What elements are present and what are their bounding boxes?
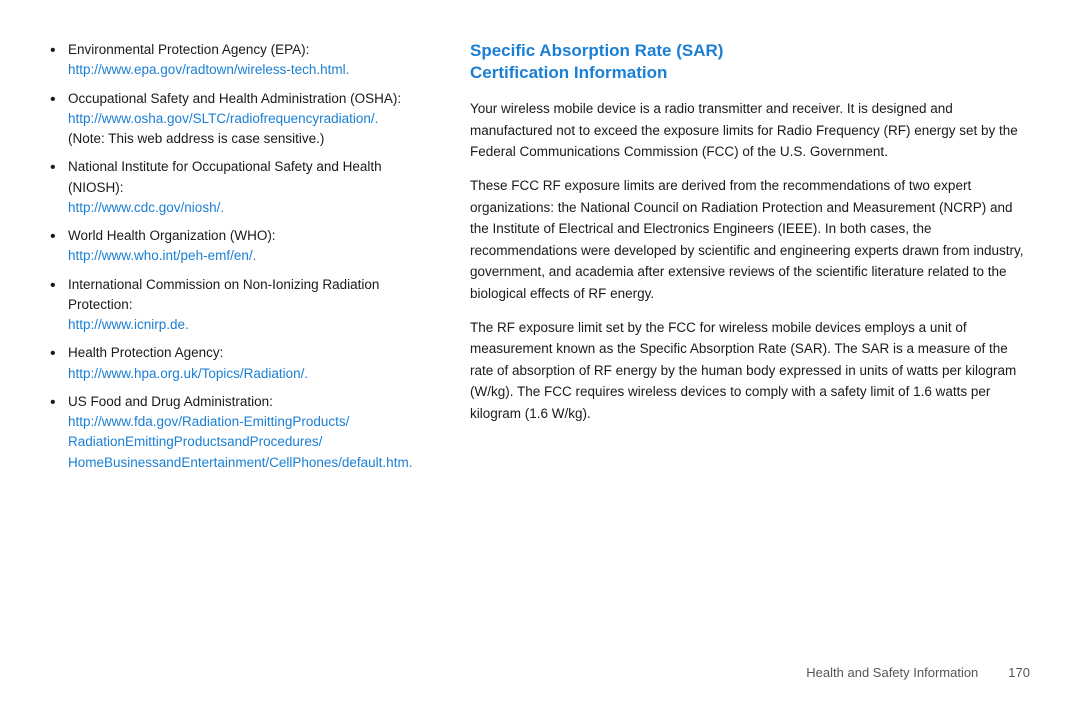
footer-label: Health and Safety Information: [806, 665, 978, 680]
footer-page-number: 170: [1008, 665, 1030, 680]
link-niosh[interactable]: http://www.cdc.gov/niosh/.: [68, 198, 430, 218]
list-item-niosh: National Institute for Occupational Safe…: [50, 157, 430, 218]
org-name-osha: Occupational Safety and Health Administr…: [68, 91, 401, 106]
org-name-hpa: Health Protection Agency:: [68, 345, 223, 360]
page-footer: Health and Safety Information 170: [50, 655, 1030, 680]
right-column: Specific Absorption Rate (SAR) Certifica…: [470, 40, 1030, 655]
page-container: Environmental Protection Agency (EPA): h…: [0, 0, 1080, 720]
sar-paragraph-3: The RF exposure limit set by the FCC for…: [470, 317, 1030, 425]
list-item-icnirp: International Commission on Non-Ionizing…: [50, 275, 430, 336]
org-name-icnirp: International Commission on Non-Ionizing…: [68, 277, 379, 312]
org-name-epa: Environmental Protection Agency (EPA):: [68, 42, 309, 57]
list-item-epa: Environmental Protection Agency (EPA): h…: [50, 40, 430, 81]
list-item-hpa: Health Protection Agency: http://www.hpa…: [50, 343, 430, 384]
link-epa[interactable]: http://www.epa.gov/radtown/wireless-tech…: [68, 60, 430, 80]
org-name-who: World Health Organization (WHO):: [68, 228, 276, 243]
list-item-who: World Health Organization (WHO): http://…: [50, 226, 430, 267]
bullet-list: Environmental Protection Agency (EPA): h…: [50, 40, 430, 473]
list-item-osha: Occupational Safety and Health Administr…: [50, 89, 430, 150]
content-columns: Environmental Protection Agency (EPA): h…: [50, 40, 1030, 655]
link-who[interactable]: http://www.who.int/peh-emf/en/.: [68, 246, 430, 266]
org-name-niosh: National Institute for Occupational Safe…: [68, 159, 382, 194]
sar-title-line1: Specific Absorption Rate (SAR): [470, 41, 723, 60]
link-fda-line3[interactable]: HomeBusinessandEntertainment/CellPhones/…: [68, 453, 430, 473]
org-name-fda: US Food and Drug Administration:: [68, 394, 273, 409]
link-osha[interactable]: http://www.osha.gov/SLTC/radiofrequencyr…: [68, 109, 430, 129]
link-hpa[interactable]: http://www.hpa.org.uk/Topics/Radiation/.: [68, 364, 430, 384]
link-fda-line1[interactable]: http://www.fda.gov/Radiation-EmittingPro…: [68, 412, 430, 432]
link-icnirp[interactable]: http://www.icnirp.de.: [68, 315, 430, 335]
note-osha: (Note: This web address is case sensitiv…: [68, 131, 324, 146]
sar-paragraph-2: These FCC RF exposure limits are derived…: [470, 175, 1030, 305]
sar-title: Specific Absorption Rate (SAR) Certifica…: [470, 40, 1030, 84]
sar-paragraph-1: Your wireless mobile device is a radio t…: [470, 98, 1030, 163]
sar-title-line2: Certification Information: [470, 63, 667, 82]
list-item-fda: US Food and Drug Administration: http://…: [50, 392, 430, 473]
link-fda-line2[interactable]: RadiationEmittingProductsandProcedures/: [68, 432, 430, 452]
left-column: Environmental Protection Agency (EPA): h…: [50, 40, 430, 655]
